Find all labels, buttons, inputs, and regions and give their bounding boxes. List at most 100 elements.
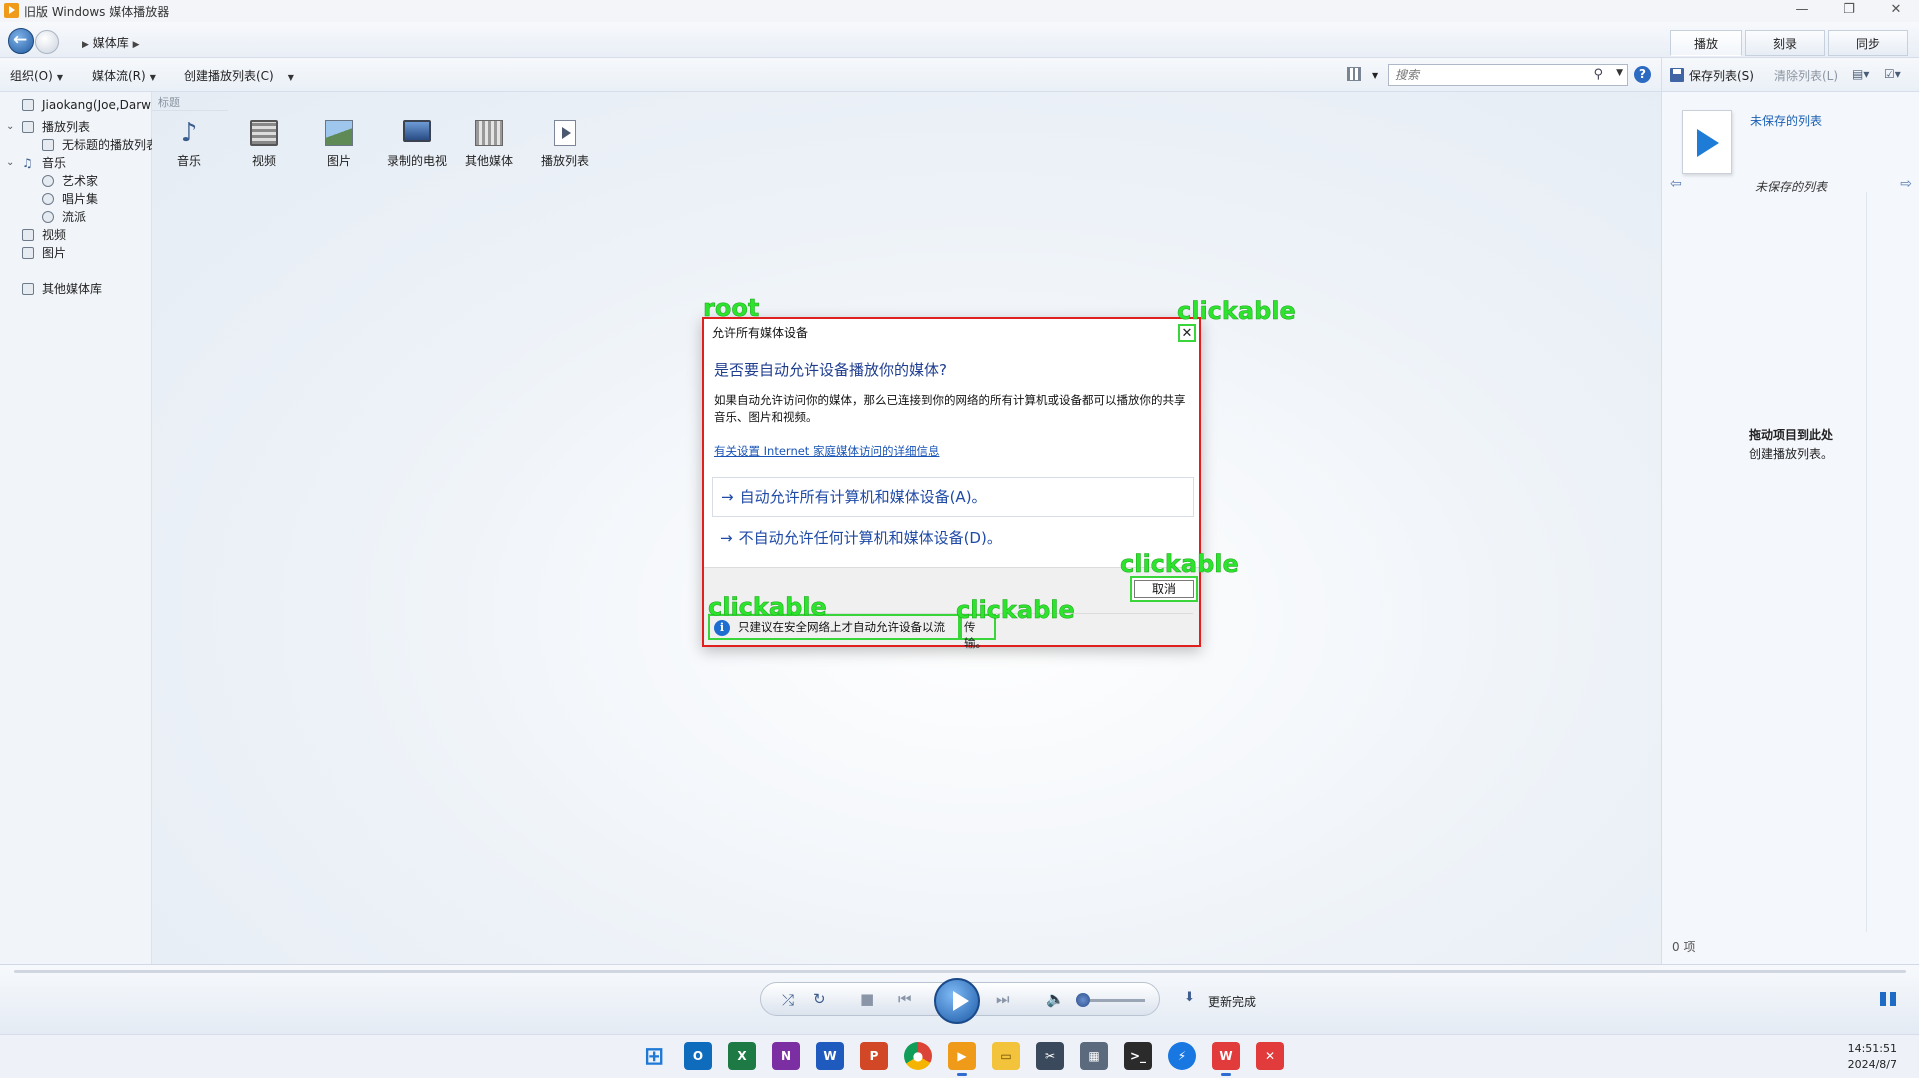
clear-list-button[interactable]: 清除列表(L) <box>1774 67 1838 84</box>
tv-icon <box>403 120 431 142</box>
window-title: 旧版 Windows 媒体播放器 <box>24 5 170 19</box>
search-options-chevron-icon[interactable]: ▼ <box>1616 68 1623 78</box>
terminal-icon[interactable]: >_ <box>1124 1042 1152 1070</box>
search-box[interactable]: ⚲ ▼ <box>1388 64 1628 86</box>
clock-date: 2024/8/7 <box>1847 1058 1897 1071</box>
list-options-icon[interactable]: ▤▾ <box>1852 67 1869 81</box>
stream-menu[interactable]: 媒体流(R) ▼ <box>92 67 156 84</box>
shuffle-icon[interactable]: ⤮ <box>782 991 794 1009</box>
library-tile-recorded-tv[interactable]: 录制的电视 <box>378 120 456 180</box>
info-icon: i <box>714 620 730 636</box>
close-window-button[interactable]: ✕ <box>1873 0 1919 22</box>
drag-hint-text: 创建播放列表。 <box>1748 447 1833 461</box>
list-check-icon[interactable]: ☑▾ <box>1884 67 1901 81</box>
tile-label: 图片 <box>326 154 351 168</box>
library-tile-pictures[interactable]: 图片 <box>304 120 374 180</box>
user-library-icon <box>22 99 34 111</box>
previous-icon[interactable]: ⏮ <box>898 990 912 1008</box>
clock-time: 14:51:51 <box>1847 1042 1897 1055</box>
outlook-icon[interactable]: O <box>684 1042 712 1070</box>
library-tile-other-media[interactable]: 其他媒体 <box>454 120 524 180</box>
organize-label: 组织(O) <box>10 69 53 83</box>
repeat-icon[interactable]: ↻ <box>813 990 826 1008</box>
navigation-pane: Jiaokang(Joe,Darw ⌄ 播放列表 无标题的播放列表 ⌄ ♫ 音乐… <box>0 92 152 964</box>
excel-icon[interactable]: X <box>728 1042 756 1070</box>
tab-play[interactable]: 播放 <box>1670 30 1742 56</box>
allow-all-devices-option[interactable]: → 自动允许所有计算机和媒体设备(A)。 <box>712 477 1194 517</box>
tile-label: 视频 <box>251 154 276 168</box>
play-button[interactable] <box>934 978 980 1024</box>
breadcrumb-library[interactable]: 媒体库 <box>93 36 129 50</box>
media-player-icon[interactable]: ▶ <box>948 1042 976 1076</box>
artist-icon <box>42 175 54 187</box>
navigation-bar: ▶ 媒体库 ▶ <box>0 22 1919 58</box>
tile-label: 录制的电视 <box>386 154 447 168</box>
save-icon <box>1670 68 1684 82</box>
list-divider <box>1866 192 1867 932</box>
chrome-icon[interactable]: ● <box>904 1042 932 1070</box>
library-tile-video[interactable]: 视频 <box>229 120 299 180</box>
minimize-button[interactable]: — <box>1779 0 1825 22</box>
xmind-icon[interactable]: ✕ <box>1256 1042 1284 1070</box>
info-text[interactable]: 只建议在安全网络上才自动允许设备以流 <box>738 619 945 635</box>
maximize-button[interactable]: ❐ <box>1826 0 1872 22</box>
arrow-right-icon[interactable]: ⇨ <box>1900 176 1912 192</box>
stop-icon[interactable]: ■ <box>860 990 874 1008</box>
volume-knob[interactable] <box>1076 993 1090 1007</box>
tab-burn[interactable]: 刻录 <box>1745 30 1825 56</box>
dialog-help-link[interactable]: 有关设置 Internet 家庭媒体访问的详细信息 <box>714 443 939 459</box>
cancel-button[interactable]: 取消 <box>1130 576 1198 602</box>
save-list-button[interactable]: 保存列表(S) <box>1689 67 1754 84</box>
sidebar-item-pictures[interactable]: 图片 <box>0 242 152 264</box>
tab-sync[interactable]: 同步 <box>1828 30 1908 56</box>
create-playlist-menu[interactable]: 创建播放列表(C) ▼ <box>184 67 294 84</box>
media-player-app-icon <box>4 3 19 18</box>
switch-to-now-playing-icon[interactable] <box>1880 992 1896 1006</box>
windows-start-icon[interactable]: ⊞ <box>640 1042 668 1070</box>
wps-icon[interactable]: W <box>1212 1042 1240 1076</box>
unsaved-list-link[interactable]: 未保存的列表 <box>1750 112 1822 129</box>
system-clock[interactable]: 14:51:51 2024/8/7 <box>1848 1041 1897 1073</box>
arrow-right-icon: → <box>721 488 734 506</box>
file-explorer-icon[interactable]: ▭ <box>992 1042 1020 1070</box>
other-libraries-icon <box>22 283 34 295</box>
genre-icon <box>42 211 54 223</box>
other-media-icon <box>475 120 503 146</box>
powerpoint-icon[interactable]: P <box>860 1042 888 1070</box>
search-input[interactable] <box>1395 66 1585 84</box>
annotation-clickable-label: clickable <box>1177 297 1296 325</box>
seek-bar[interactable] <box>14 970 1906 973</box>
annotation-clickable-label: clickable <box>1120 550 1239 578</box>
search-icon[interactable]: ⚲ <box>1593 67 1603 82</box>
list-title: 未保存的列表 <box>1754 180 1827 194</box>
view-options-icon[interactable] <box>1347 67 1361 81</box>
library-tile-music[interactable]: ♪ 音乐 <box>154 120 224 180</box>
help-icon[interactable]: ? <box>1634 66 1651 83</box>
player-controls: ⤮ ↻ ■ ⏮ ⏭ 🔈 ⬇ 更新完成 <box>0 964 1919 1034</box>
dialog-close-button[interactable]: ✕ <box>1178 324 1196 342</box>
column-divider <box>152 110 228 111</box>
organize-menu[interactable]: 组织(O) ▼ <box>10 67 63 84</box>
breadcrumb-arrow-icon: ▶ <box>132 40 140 50</box>
snipping-tool-icon[interactable]: ✂ <box>1036 1042 1064 1070</box>
column-header-title[interactable]: 标题 <box>158 94 180 110</box>
onenote-icon[interactable]: N <box>772 1042 800 1070</box>
word-icon[interactable]: W <box>816 1042 844 1070</box>
picture-icon <box>22 247 34 259</box>
calculator-icon[interactable]: ▦ <box>1080 1042 1108 1070</box>
forward-button[interactable] <box>35 30 59 54</box>
sidebar-item-other-libraries[interactable]: 其他媒体库 <box>0 278 152 300</box>
sidebar-item-user[interactable]: Jiaokang(Joe,Darw <box>0 94 152 116</box>
volume-icon[interactable]: 🔈 <box>1046 990 1065 1008</box>
chevron-down-icon: ▼ <box>287 73 294 82</box>
next-icon[interactable]: ⏭ <box>996 990 1010 1008</box>
list-toolbar: 保存列表(S) 清除列表(L) ▤▾ ☑▾ <box>1661 58 1919 92</box>
back-button[interactable] <box>8 28 34 54</box>
quick-assist-icon[interactable]: ⚡ <box>1168 1042 1196 1070</box>
picture-icon <box>325 120 353 146</box>
status-text: 更新完成 <box>1208 995 1257 1009</box>
library-tile-playlists[interactable]: 播放列表 <box>530 120 600 180</box>
breadcrumb[interactable]: ▶ 媒体库 ▶ <box>82 34 140 51</box>
annotation-root-label: root <box>703 294 760 322</box>
view-options-dropdown[interactable]: ▼ <box>1372 71 1378 80</box>
